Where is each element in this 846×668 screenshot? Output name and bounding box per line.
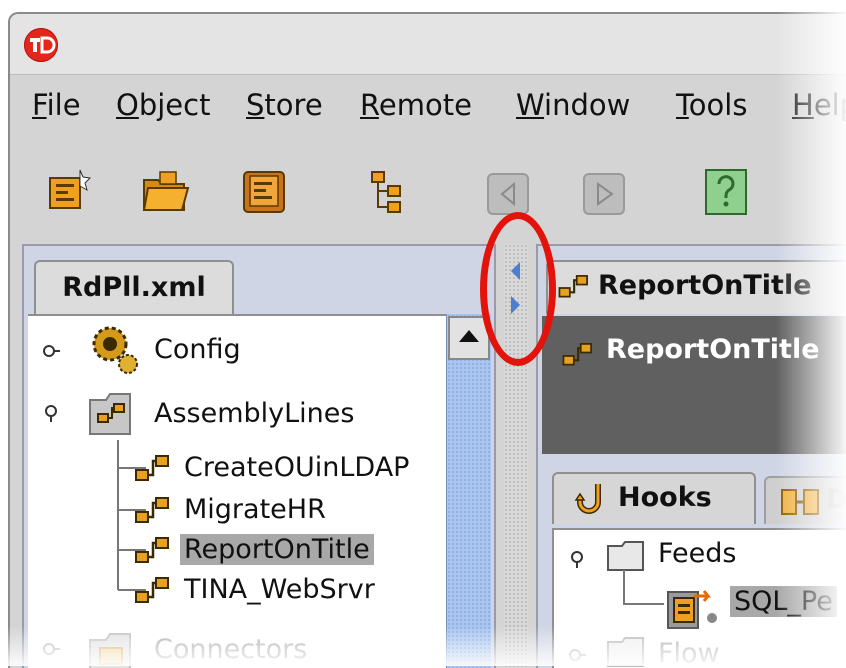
- tree-view-icon: [371, 171, 401, 213]
- menu-remote-label: emote: [378, 88, 472, 122]
- menu-file-label: ile: [46, 88, 81, 122]
- tree-collapse-handle-icon[interactable]: [42, 640, 60, 658]
- app-logo-icon[interactable]: [24, 28, 58, 62]
- config-gear-icon: [92, 326, 138, 374]
- assemblyline-icon: [558, 275, 588, 298]
- folder-icon: [607, 541, 644, 571]
- new-config-icon: [49, 169, 92, 209]
- assemblyline-icon: [135, 577, 169, 603]
- highlight-circle-annotation: [480, 212, 556, 366]
- hook-icon: [574, 484, 601, 514]
- menu-help-mnemonic: H: [792, 88, 814, 122]
- menu-help-label: elp: [813, 88, 846, 122]
- tab-hooks-label: Hooks: [618, 482, 712, 513]
- tab-config-file[interactable]: RdPll.xml: [34, 260, 234, 314]
- open-folder-button[interactable]: [138, 164, 194, 220]
- tree-item-feeds[interactable]: Feeds: [658, 538, 736, 569]
- tree-item-reportontitle[interactable]: ReportOnTitle: [180, 534, 374, 565]
- tree-expand-handle-icon[interactable]: [568, 550, 586, 568]
- tab-hooks[interactable]: Hooks: [552, 472, 756, 524]
- assemblyline-icon: [135, 455, 169, 481]
- tree-connector-lines: [623, 570, 664, 605]
- toolbar: [10, 134, 846, 244]
- assemblylines-folder-icon: [89, 393, 131, 435]
- menu-window-label: indow: [544, 88, 631, 122]
- help-icon: [705, 169, 747, 215]
- menu-remote-mnemonic: R: [360, 88, 379, 122]
- tab-reportontitle[interactable]: ReportOnTitle: [546, 260, 846, 314]
- menu-window[interactable]: Window: [516, 88, 630, 122]
- menu-object-mnemonic: O: [116, 88, 139, 122]
- run-icon: [583, 173, 625, 215]
- menu-remote[interactable]: Remote: [360, 88, 472, 122]
- app-window: File Object Store Remote Window Tools He…: [8, 12, 846, 668]
- folder-icon: [607, 637, 644, 667]
- menu-object-label: bject: [138, 88, 211, 122]
- tab-data-flow-label: D: [826, 484, 846, 515]
- tab-data-flow[interactable]: D: [764, 476, 846, 524]
- menu-window-mnemonic: W: [516, 88, 545, 122]
- tree-collapse-handle-icon[interactable]: [568, 646, 586, 664]
- tree-item-migratehr[interactable]: MigrateHR: [184, 494, 326, 525]
- tree-item-tina-websrvr[interactable]: TINA_WebSrvr: [184, 574, 375, 605]
- assemblyline-editor-panel: ReportOnTitle ReportOnTitle Hooks Feeds …: [536, 244, 846, 668]
- menu-bar: File Object Store Remote Window Tools He…: [10, 76, 846, 132]
- title-bar: [10, 14, 846, 75]
- tree-item-config[interactable]: Config: [154, 334, 241, 365]
- tree-item-sql-connector[interactable]: SQL_Pe: [730, 586, 837, 617]
- tree-item-assemblylines[interactable]: AssemblyLines: [154, 398, 354, 429]
- assemblyline-icon: [562, 343, 592, 366]
- open-folder-icon: [142, 171, 190, 211]
- tree-vertical-scrollbar[interactable]: [446, 314, 491, 668]
- menu-object[interactable]: Object: [116, 88, 210, 122]
- back-button[interactable]: [480, 164, 536, 220]
- config-browser-panel: RdPll.xml Config AssemblyLines CreateOUi…: [22, 244, 496, 668]
- save-config-icon: [243, 171, 285, 213]
- tree-collapse-handle-icon[interactable]: [42, 342, 60, 360]
- tree-expand-handle-icon[interactable]: [42, 404, 60, 422]
- assemblyline-header: ReportOnTitle: [542, 316, 846, 454]
- new-config-button[interactable]: [40, 164, 96, 220]
- assemblyline-icon: [135, 497, 169, 523]
- app-logo-glyph: [25, 29, 57, 61]
- menu-file[interactable]: File: [32, 88, 81, 122]
- back-icon: [487, 173, 529, 215]
- run-button[interactable]: [576, 164, 632, 220]
- data-flow-icon: [781, 489, 819, 515]
- assemblyline-header-title: ReportOnTitle: [606, 334, 820, 365]
- tree-item-createouinldap[interactable]: CreateOUinLDAP: [184, 452, 409, 483]
- menu-tools-label: ools: [688, 88, 748, 122]
- menu-help[interactable]: Help: [792, 88, 846, 122]
- assemblyline-icon: [135, 537, 169, 563]
- tree-item-connectors[interactable]: Connectors: [154, 634, 307, 665]
- connector-icon: [667, 590, 717, 629]
- menu-store-mnemonic: S: [246, 88, 265, 122]
- menu-tools[interactable]: Tools: [676, 88, 747, 122]
- menu-tools-mnemonic: T: [676, 88, 689, 122]
- feeds-tree: Feeds SQL_Pe Flow: [552, 528, 846, 668]
- connectors-folder-icon: [89, 633, 131, 668]
- tab-reportontitle-label: ReportOnTitle: [598, 270, 812, 301]
- tree-view-button[interactable]: [360, 164, 416, 220]
- help-button[interactable]: [698, 164, 754, 220]
- editor-subtabs: Hooks D: [542, 458, 846, 524]
- save-config-button[interactable]: [236, 164, 292, 220]
- menu-store-label: tore: [264, 88, 323, 122]
- menu-store[interactable]: Store: [246, 88, 323, 122]
- menu-file-mnemonic: F: [32, 88, 47, 122]
- tree-item-flow[interactable]: Flow: [658, 638, 720, 668]
- config-tree: Config AssemblyLines CreateOUinLDAP Migr…: [28, 314, 446, 668]
